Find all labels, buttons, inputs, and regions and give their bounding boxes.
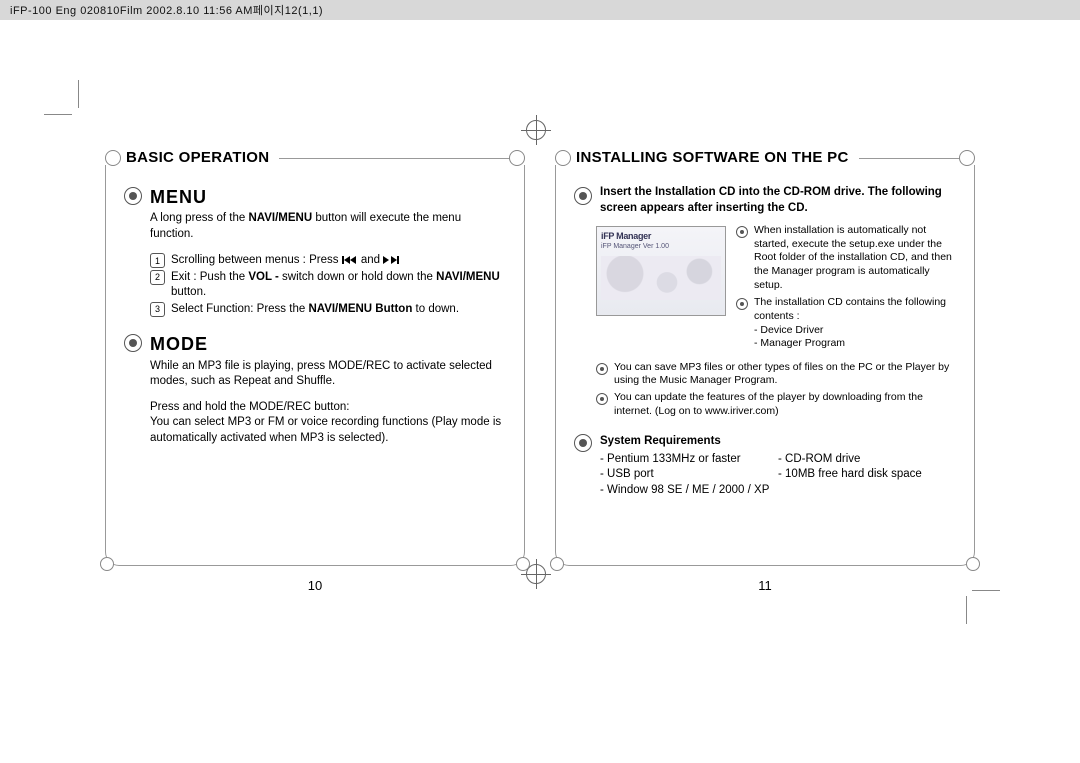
list-item: The installation CD contains the followi… xyxy=(736,296,956,351)
bold-text: NAVI/MENU xyxy=(248,212,312,224)
section-bullet-icon xyxy=(124,187,142,205)
corner-icon xyxy=(966,557,980,571)
right-title-tab: INSTALLING SOFTWARE ON THE PC xyxy=(555,150,975,166)
menu-heading: MENU xyxy=(150,185,506,209)
left-title: BASIC OPERATION xyxy=(114,150,275,166)
number-box-icon: 3 xyxy=(150,302,165,317)
text: Select Function: Press the NAVI/MENU But… xyxy=(171,302,459,318)
menu-item-2: 2 Exit : Push the VOL - switch down or h… xyxy=(150,270,506,301)
sysreq-col-right: - CD-ROM drive - 10MB free hard disk spa… xyxy=(778,452,956,499)
screenshot-subtitle: iFP Manager Ver 1.00 xyxy=(601,243,721,250)
sysreq-columns: - Pentium 133MHz or faster - USB port - … xyxy=(600,452,956,499)
text: and xyxy=(361,254,383,266)
section-mode: MODE While an MP3 file is playing, press… xyxy=(124,332,506,446)
number-box-icon: 2 xyxy=(150,270,165,285)
list-item: You can update the features of the playe… xyxy=(596,391,956,418)
page-number-right: 11 xyxy=(556,578,974,593)
tab-cap-icon xyxy=(509,150,525,166)
corner-icon xyxy=(516,557,530,571)
mode-heading: MODE xyxy=(150,332,506,356)
section-bullet-icon xyxy=(574,434,592,452)
page-right: INSTALLING SOFTWARE ON THE PC Insert the… xyxy=(555,150,975,580)
text: You can update the features of the playe… xyxy=(614,391,956,418)
installer-screenshot: iFP Manager iFP Manager Ver 1.00 xyxy=(596,226,726,316)
text: Select Function: Press the xyxy=(171,303,308,315)
section-bullet-icon xyxy=(574,187,592,205)
bold-text: NAVI/MENU Button xyxy=(308,303,412,315)
corner-icon xyxy=(550,557,564,571)
install-intro: Insert the Installation CD into the CD-R… xyxy=(600,185,956,216)
text: to down. xyxy=(412,303,459,315)
text: button. xyxy=(171,286,206,298)
text: The installation CD contains the followi… xyxy=(754,296,956,351)
sysreq-col-left: - Pentium 133MHz or faster - USB port - … xyxy=(600,452,778,499)
page-number-left: 10 xyxy=(106,578,524,593)
tab-line xyxy=(279,158,516,159)
bold-text: VOL - xyxy=(248,271,278,283)
bullet-icon xyxy=(736,298,748,310)
menu-item-3: 3 Select Function: Press the NAVI/MENU B… xyxy=(150,302,506,318)
menu-intro: A long press of the NAVI/MENU button wil… xyxy=(150,211,506,242)
list-item: You can save MP3 files or other types of… xyxy=(596,361,956,388)
bold-text: NAVI/MENU xyxy=(436,271,500,283)
right-title: INSTALLING SOFTWARE ON THE PC xyxy=(564,150,855,166)
mode-p3: You can select MP3 or FM or voice record… xyxy=(150,415,506,446)
mode-p1: While an MP3 file is playing, press MODE… xyxy=(150,359,506,390)
tab-line xyxy=(859,158,966,159)
left-body: MENU A long press of the NAVI/MENU butto… xyxy=(105,165,525,566)
text: - USB port xyxy=(600,467,778,483)
text: When installation is automatically not s… xyxy=(754,224,956,292)
wide-bullets: You can save MP3 files or other types of… xyxy=(596,361,956,419)
tab-cap-icon xyxy=(555,150,571,166)
screenshot-title: iFP Manager xyxy=(601,231,721,241)
text: - Window 98 SE / ME / 2000 / XP xyxy=(600,483,778,499)
bullet-icon xyxy=(596,393,608,405)
tab-cap-icon xyxy=(959,150,975,166)
right-body: Insert the Installation CD into the CD-R… xyxy=(555,165,975,566)
tab-cap-icon xyxy=(105,150,121,166)
text: - 10MB free hard disk space xyxy=(778,467,956,483)
section-bullet-icon xyxy=(124,334,142,352)
bullet-icon xyxy=(596,363,608,375)
text: - Pentium 133MHz or faster xyxy=(600,452,778,468)
list-item: When installation is automatically not s… xyxy=(736,224,956,292)
section-install: Insert the Installation CD into the CD-R… xyxy=(574,185,956,216)
text: Exit : Push the xyxy=(171,271,248,283)
text: A long press of the xyxy=(150,212,248,224)
mode-p2: Press and hold the MODE/REC button: xyxy=(150,400,506,416)
text: Exit : Push the VOL - switch down or hol… xyxy=(171,270,506,301)
section-sysreq: System Requirements - Pentium 133MHz or … xyxy=(574,432,956,498)
text: You can save MP3 files or other types of… xyxy=(614,361,956,388)
text: - CD-ROM drive xyxy=(778,452,956,468)
install-details: iFP Manager iFP Manager Ver 1.00 When in… xyxy=(596,224,956,355)
screenshot-image xyxy=(601,256,721,300)
left-title-tab: BASIC OPERATION xyxy=(105,150,525,166)
text: switch down or hold down the xyxy=(279,271,436,283)
text: Scrolling between menus : Press and xyxy=(171,253,399,269)
bullet-icon xyxy=(736,226,748,238)
page-left: BASIC OPERATION MENU A long press of the… xyxy=(105,150,525,580)
print-header: iFP-100 Eng 020810Film 2002.8.10 11:56 A… xyxy=(0,0,1080,20)
menu-item-1: 1 Scrolling between menus : Press and xyxy=(150,253,506,269)
text: Scrolling between menus : Press xyxy=(171,254,342,266)
sysreq-heading: System Requirements xyxy=(600,435,721,447)
spread-wrapper: BASIC OPERATION MENU A long press of the… xyxy=(0,20,1080,720)
section-menu: MENU A long press of the NAVI/MENU butto… xyxy=(124,185,506,318)
number-box-icon: 1 xyxy=(150,253,165,268)
corner-icon xyxy=(100,557,114,571)
